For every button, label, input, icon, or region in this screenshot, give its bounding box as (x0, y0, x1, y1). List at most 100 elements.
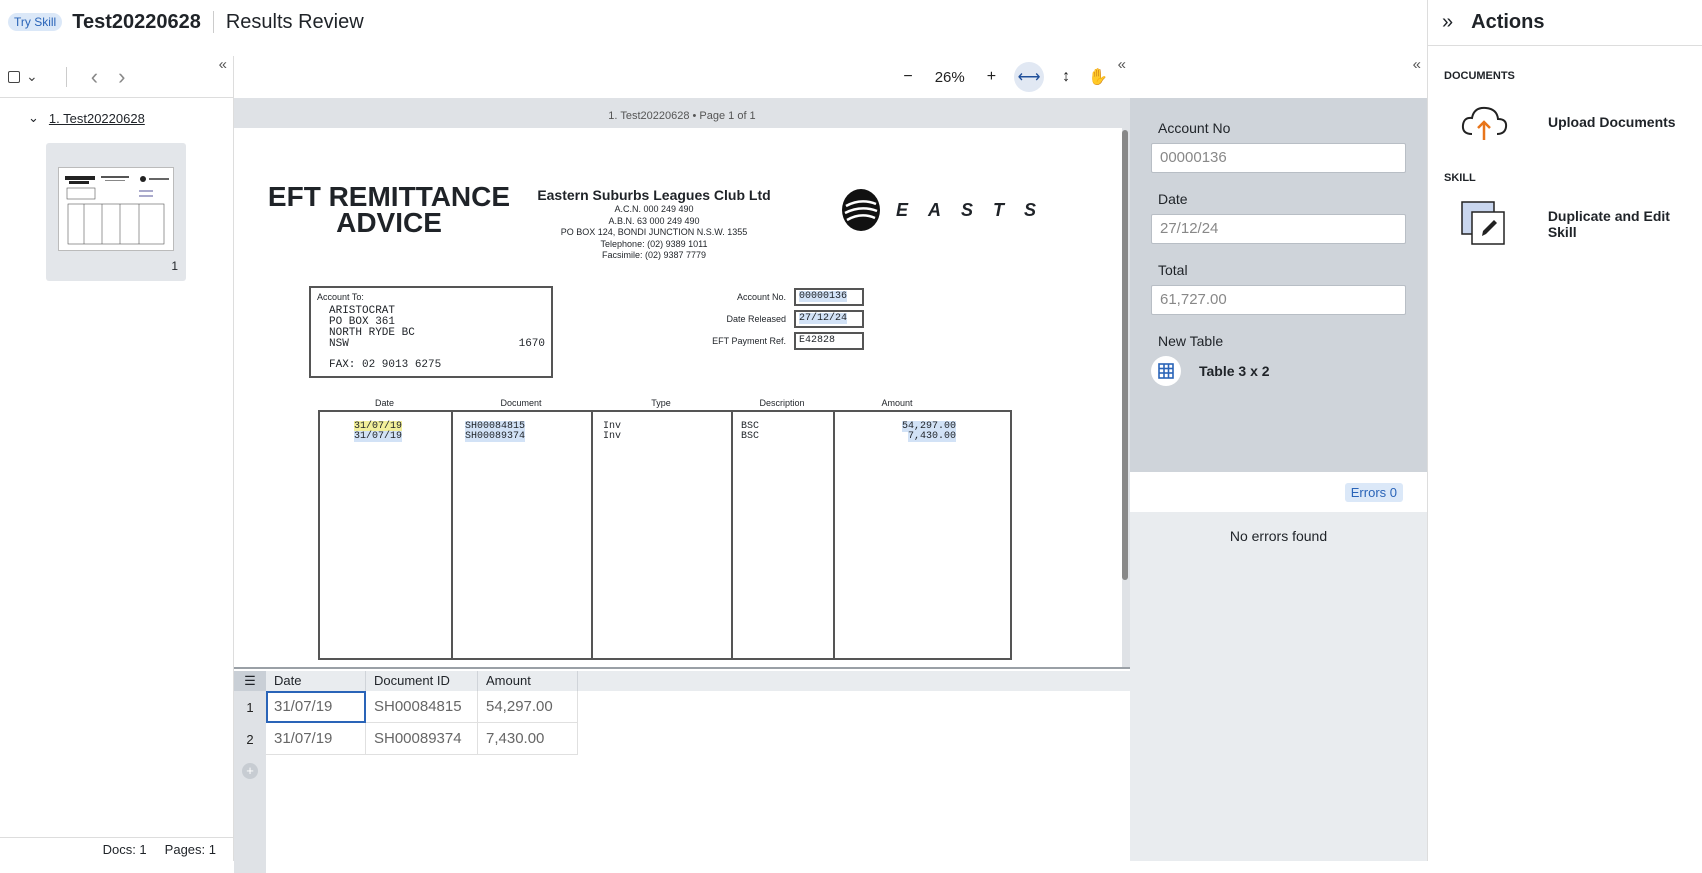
documents-section-label: DOCUMENTS (1444, 70, 1515, 82)
left-footer: Docs: 1 Pages: 1 (0, 837, 234, 861)
account-no-highlight: 00000136 (799, 291, 848, 302)
grid-cell[interactable]: SH00089374 (366, 723, 478, 755)
chevron-down-icon[interactable]: ⌄ (28, 110, 39, 126)
doc-cell: Inv (603, 431, 622, 442)
expand-icon[interactable]: » (1442, 11, 1453, 34)
duplicate-edit-skill-label[interactable]: Duplicate and Edit Skill (1548, 208, 1702, 240)
doc-cell: BSC (741, 431, 760, 442)
eft-ref-label: EFT Payment Ref. (712, 336, 786, 346)
address-line: NORTH RYDE BC (329, 327, 415, 339)
thumbnail-page-number: 1 (171, 259, 178, 273)
table-name[interactable]: Table 3 x 2 (1199, 363, 1270, 379)
grid-cell[interactable]: SH00084815 (366, 691, 478, 723)
table-field-button[interactable]: Table 3 x 2 (1151, 356, 1406, 386)
pan-hand-icon[interactable]: ✋ (1088, 67, 1108, 87)
chevron-down-icon[interactable]: ⌄ (26, 68, 38, 85)
date-released-value: 27/12/24 (794, 310, 864, 328)
doc-table-header: Type (651, 398, 671, 408)
table-icon[interactable] (1151, 356, 1181, 386)
document-title: Test20220628 (72, 10, 201, 33)
errors-badge[interactable]: Errors 0 (1344, 482, 1403, 502)
grid-cell[interactable]: 31/07/19 (266, 691, 366, 723)
collapse-fields-icon[interactable]: « (1413, 56, 1421, 73)
doc-table-header: Date (374, 398, 394, 408)
doc-col-date: 31/07/19 31/07/19 (320, 412, 453, 658)
collapse-left-icon[interactable]: « (219, 56, 227, 73)
next-icon[interactable]: › (118, 64, 125, 90)
zoom-in-icon[interactable]: + (987, 68, 996, 86)
doc-col-type: Inv Inv (593, 412, 733, 658)
toolbar-divider (65, 66, 67, 87)
actions-title: Actions (1471, 11, 1545, 33)
grid-column-header[interactable]: Date (266, 671, 366, 691)
doc-cell: 7,430.00 (907, 431, 956, 442)
grid-cell[interactable]: 54,297.00 (478, 691, 578, 723)
document-page: EFT REMITTANCE ADVICE Eastern Suburbs Le… (234, 128, 1122, 667)
duplicate-edit-skill-button[interactable]: Duplicate and Edit Skill (1428, 184, 1702, 264)
grid-cell[interactable]: 7,430.00 (478, 723, 578, 755)
club-line: PO BOX 124, BONDI JUNCTION N.S.W. 1355 (560, 227, 748, 237)
row-number[interactable]: 2 (234, 723, 266, 755)
zoom-out-icon[interactable]: − (903, 68, 912, 86)
no-errors-message: No errors found (1229, 528, 1328, 544)
thumbnail-preview (65, 176, 169, 245)
total-field[interactable]: 61,727.00 (1151, 285, 1406, 315)
skill-section-label: SKILL (1444, 172, 1476, 184)
left-toolbar: ⌄ ‹ › « (0, 56, 233, 98)
page-title: Results Review (225, 10, 364, 33)
grid-column-header[interactable]: Document ID (366, 671, 478, 691)
doc-table-header: Description (759, 398, 805, 408)
account-no-field[interactable]: 00000136 (1151, 143, 1406, 173)
collapse-viewer-icon[interactable]: « (1118, 56, 1126, 73)
previous-icon[interactable]: ‹ (91, 64, 98, 90)
fax-line: FAX: 02 9013 6275 (329, 359, 442, 371)
page-thumbnail[interactable] (58, 167, 174, 251)
document-table: 31/07/19 31/07/19 SH00084815 SH00089374 … (318, 410, 1012, 660)
heading-line-2: ADVICE (336, 207, 442, 238)
grid-cell[interactable]: 31/07/19 (266, 723, 366, 755)
row-number[interactable]: 1 (234, 691, 266, 723)
document-viewer: − 26% + ⟷ ↕ ✋ « 1. Test20220628 • Page 1… (234, 56, 1130, 873)
grid-row: 2 31/07/19 SH00089374 7,430.00 (234, 723, 1130, 755)
address-line-state: NSW 1670 (317, 339, 545, 350)
easts-logo-icon (842, 189, 880, 231)
address-state: NSW (329, 338, 349, 350)
date-field[interactable]: 27/12/24 (1151, 214, 1406, 244)
fields-body: Account No 00000136 Date 27/12/24 Total … (1130, 98, 1427, 472)
club-line: A.B.N. 63 000 249 490 (608, 215, 700, 226)
date-released-highlight: 27/12/24 (799, 313, 848, 324)
select-all-checkbox[interactable] (8, 70, 20, 83)
doc-col-document: SH00084815 SH00089374 (453, 412, 593, 658)
club-line: Facsimile: (02) 9387 7779 (601, 250, 707, 260)
upload-documents-button[interactable]: Upload Documents (1428, 82, 1702, 162)
account-to-box: Account To: ARISTOCRAT PO BOX 361 NORTH … (309, 286, 553, 378)
zoom-level[interactable]: 26% (935, 69, 965, 86)
errors-bar: Errors 0 (1130, 472, 1427, 512)
actions-panel: » Actions DOCUMENTS Upload Documents SKI… (1427, 0, 1702, 861)
tree-item-document[interactable]: ⌄ 1. Test20220628 (0, 98, 233, 126)
address-postcode: 1670 (518, 338, 545, 350)
fit-width-icon[interactable]: ⟷ (1014, 62, 1045, 92)
total-field-label: Total (1158, 262, 1188, 278)
fit-height-icon[interactable]: ↕ (1062, 68, 1070, 86)
account-to-label: Account To: (317, 292, 364, 302)
cloud-upload-icon (1461, 106, 1508, 140)
grid-menu-icon[interactable]: ☰ (234, 671, 266, 691)
tree-item-label[interactable]: 1. Test20220628 (49, 111, 145, 126)
document-list-panel: ⌄ ‹ › « ⌄ 1. Test20220628 1 Docs: 1 Page… (0, 56, 234, 861)
actions-header: » Actions (1428, 0, 1702, 46)
viewer-scrollbar[interactable] (1122, 130, 1128, 580)
date-released-label: Date Released (726, 314, 786, 324)
club-line: A.C.N. 000 249 490 (614, 204, 694, 214)
doc-cell: Inv (603, 421, 622, 432)
page-thumbnail-card[interactable]: 1 (46, 143, 186, 281)
extracted-fields-panel: « Account No 00000136 Date 27/12/24 Tota… (1130, 56, 1427, 861)
results-grid: ☰ Date Document ID Amount 1 31/07/19 SH0… (234, 671, 1130, 873)
add-row-icon[interactable]: + (242, 763, 258, 779)
grid-column-header[interactable]: Amount (478, 671, 578, 691)
eft-ref-row: EFT Payment Ref. E42828 (696, 332, 864, 350)
upload-documents-label[interactable]: Upload Documents (1548, 114, 1676, 130)
viewer-toolbar: − 26% + ⟷ ↕ ✋ « (234, 56, 1130, 98)
account-no-label: Account No. (736, 292, 786, 302)
doc-cell: SH00089374 (465, 431, 526, 442)
